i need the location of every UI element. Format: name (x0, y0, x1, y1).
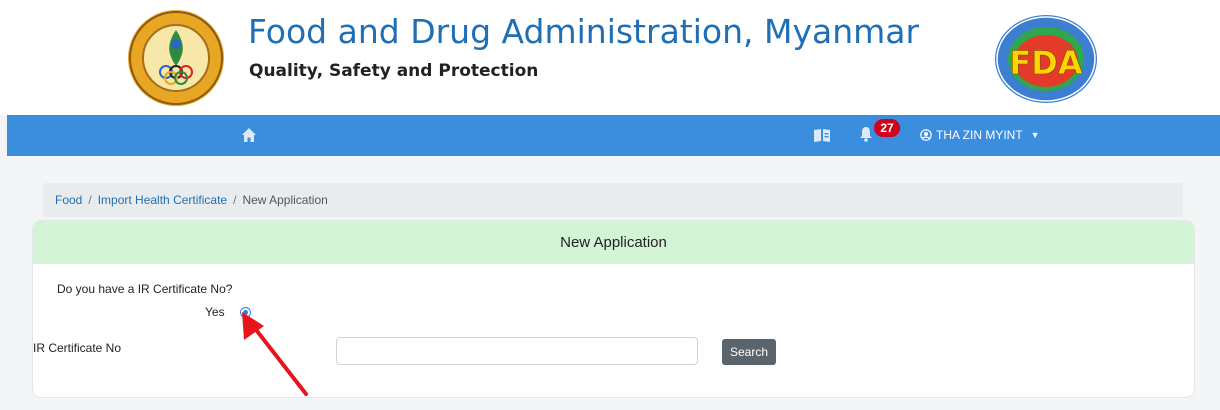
user-menu-dropdown[interactable]: THA ZIN MYINT ▼ (920, 128, 1040, 142)
bell-icon[interactable] (859, 126, 873, 142)
svg-text:FDA: FDA (1009, 44, 1082, 82)
breadcrumb-link-food[interactable]: Food (55, 193, 82, 207)
breadcrumb-link-import-health-certificate[interactable]: Import Health Certificate (98, 193, 227, 207)
site-header: Food and Drug Administration, Myanmar Qu… (0, 0, 1220, 115)
search-button[interactable]: Search (722, 339, 776, 365)
chevron-down-icon: ▼ (1030, 130, 1040, 140)
breadcrumb: Food / Import Health Certificate / New Appli… (43, 183, 1183, 217)
ir-certificate-question: Do you have a IR Certificate No? (57, 282, 233, 296)
breadcrumb-current: New Application (242, 193, 328, 207)
yes-option-label: Yes (205, 305, 225, 319)
annotation-arrow-icon (242, 312, 308, 396)
new-application-card: New Application Do you have a IR Certifi… (32, 220, 1195, 398)
ir-certificate-input[interactable] (336, 337, 698, 365)
page-subtitle: Quality, Safety and Protection (249, 61, 539, 81)
notification-count-badge: 27 (874, 119, 900, 137)
book-icon[interactable] (813, 127, 831, 143)
breadcrumb-separator: / (233, 193, 237, 207)
ministry-seal-logo (128, 10, 224, 106)
page-title: Food and Drug Administration, Myanmar (248, 12, 920, 51)
home-icon[interactable] (241, 127, 257, 143)
fda-seal-logo: FDA (995, 15, 1097, 103)
card-title: New Application (33, 221, 1194, 264)
breadcrumb-separator: / (88, 193, 92, 207)
user-circle-icon (920, 129, 932, 141)
main-navbar: 27 THA ZIN MYINT ▼ (7, 115, 1220, 156)
ir-certificate-label: IR Certificate No (33, 341, 122, 355)
user-name: THA ZIN MYINT (936, 128, 1023, 142)
